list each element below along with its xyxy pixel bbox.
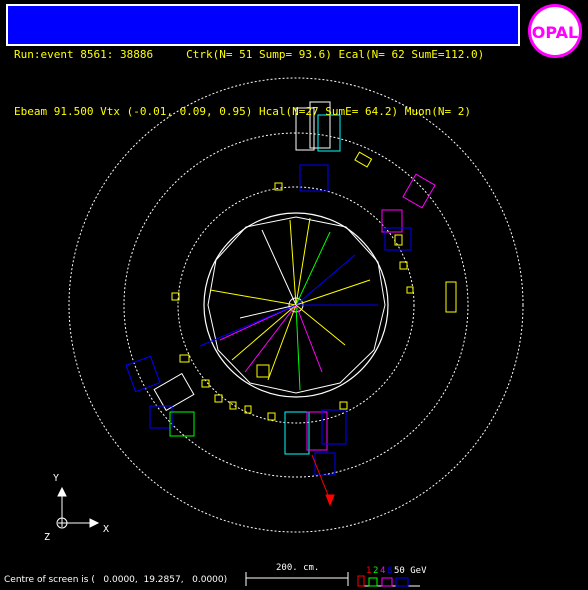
ecal-block: [406, 286, 414, 294]
scale-bar: [245, 572, 349, 586]
track: [199, 304, 297, 347]
track: [295, 254, 356, 306]
energy-legend: [357, 575, 420, 587]
track: [231, 304, 297, 361]
hcal-block: [125, 355, 161, 393]
scale-bar-label: 200. cm.: [276, 563, 319, 573]
track: [295, 217, 311, 306]
legend-value-1: 1: [366, 566, 371, 576]
legend-value-8: 8: [387, 566, 392, 576]
ecal-block: [267, 412, 276, 421]
z-axis-label: Z: [44, 532, 50, 543]
header-line-2: Ebeam 91.500 Vtx (-0.01, 0.09, 0.95) Hca…: [14, 105, 471, 118]
ecal-block: [399, 261, 408, 270]
track: [295, 279, 371, 306]
track: [295, 231, 331, 306]
hcal-block: [169, 411, 195, 437]
event-info-header: Run:event 8561: 38886 Ctrk(N= 51 Sump= 9…: [6, 4, 520, 118]
logo-text: OPAL: [532, 23, 578, 42]
track: [209, 289, 297, 306]
hcal-block: [284, 411, 310, 455]
track: [295, 304, 301, 391]
ecal-block: [256, 364, 270, 378]
event-display: Y X Z 200. cm. 1 2 4 8 50 GeV Run:event …: [0, 0, 588, 590]
ecal-hits: [171, 151, 457, 421]
header-line-1: Run:event 8561: 38886 Ctrk(N= 51 Sump= 9…: [14, 48, 485, 61]
track: [261, 229, 297, 306]
x-axis-label: X: [103, 524, 109, 535]
ecal-block: [445, 281, 457, 313]
axis-triad: [56, 486, 100, 529]
opal-logo: OPAL: [528, 4, 582, 58]
legend-value-4: 4: [380, 566, 385, 576]
hcal-block: [314, 452, 336, 476]
hcal-block: [321, 409, 347, 445]
ecal-block: [339, 401, 348, 410]
y-axis-label: Y: [53, 473, 59, 484]
ecal-block: [394, 234, 403, 246]
legend-value-50: 50 GeV: [394, 566, 427, 576]
hcal-block: [402, 173, 436, 209]
ecal-block: [179, 354, 190, 363]
ecal-block: [214, 394, 223, 403]
hcal-block: [384, 227, 412, 251]
screen-centre-readout: Centre of screen is ( 0.0000, 19.2857, 0…: [4, 575, 228, 585]
ecal-block: [274, 182, 283, 191]
hcal-block: [153, 372, 195, 412]
legend-value-2: 2: [373, 566, 378, 576]
track: [289, 219, 297, 306]
